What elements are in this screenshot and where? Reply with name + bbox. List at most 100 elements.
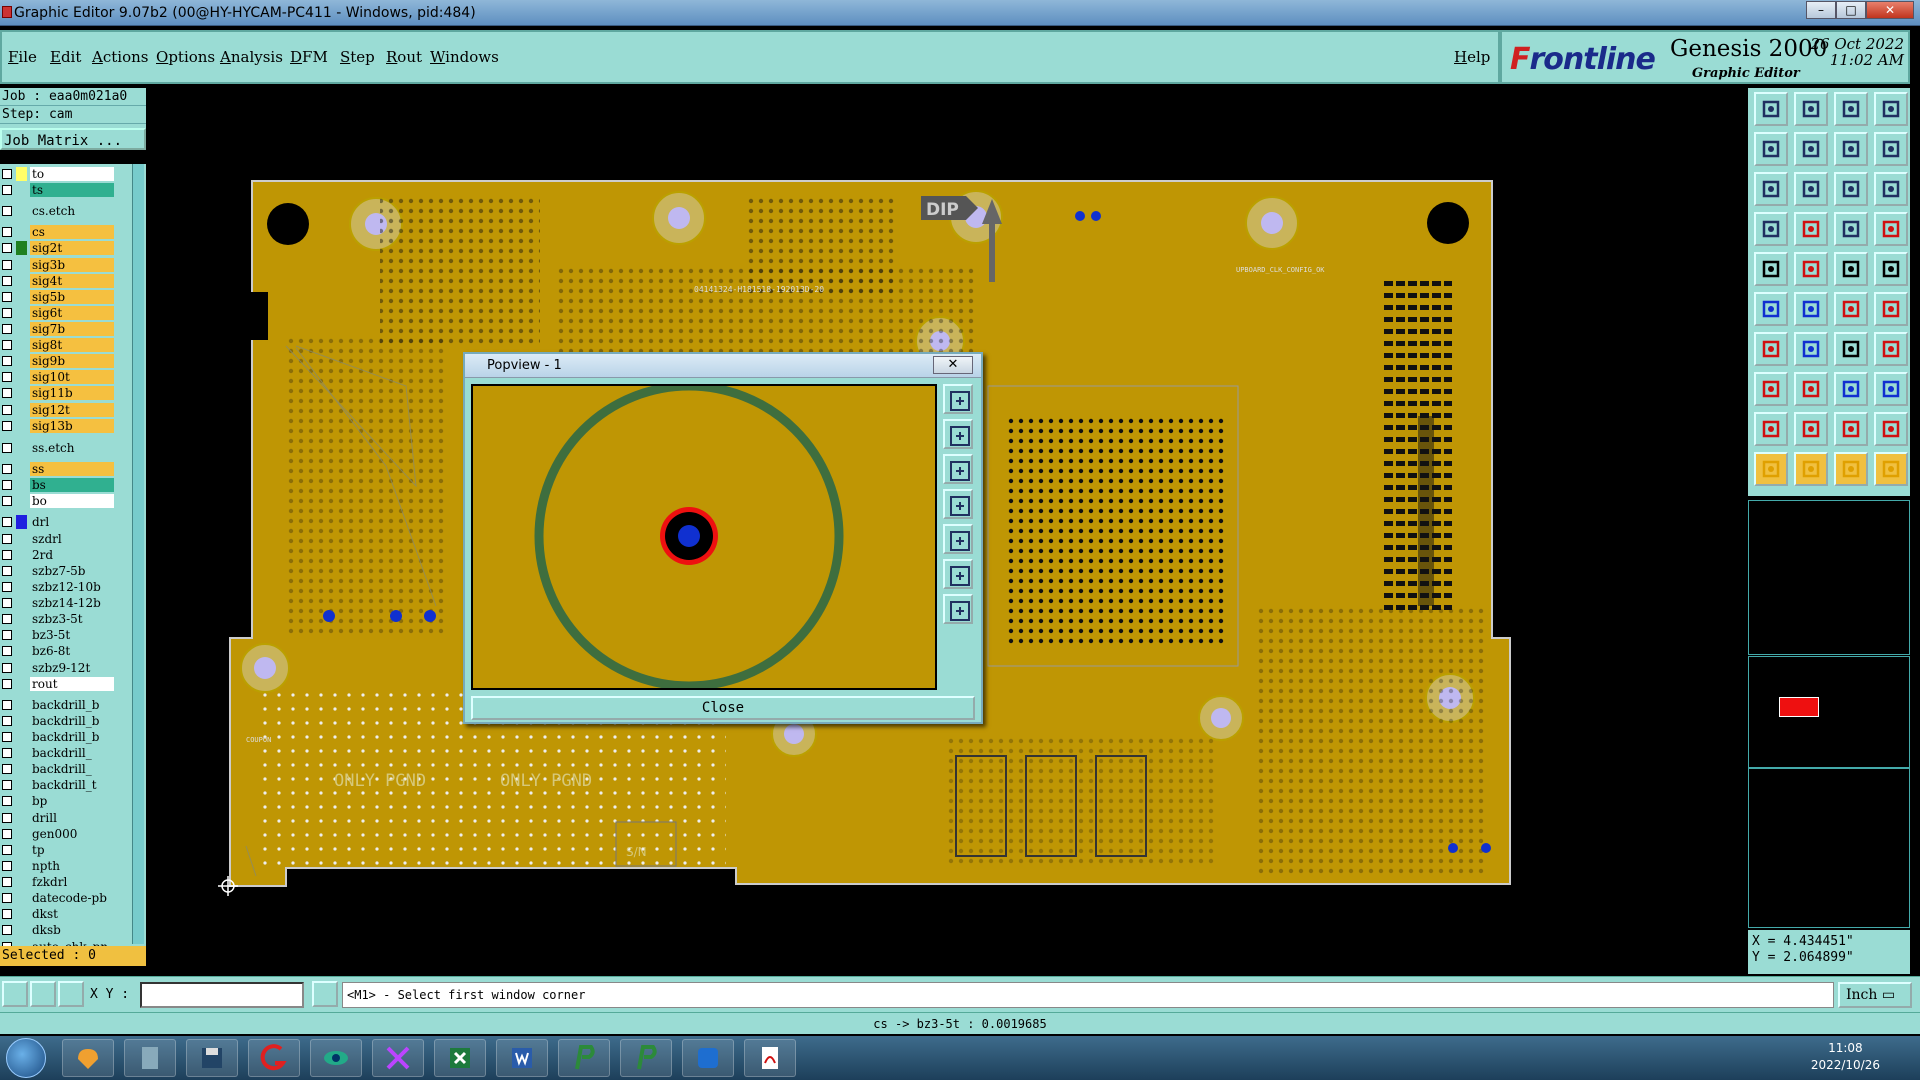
layer-row[interactable]: cs.etch (0, 203, 120, 219)
taskbar-word[interactable] (496, 1039, 548, 1077)
layer-checkbox[interactable] (2, 517, 12, 528)
layer-row[interactable]: sig3b (0, 257, 120, 273)
layer-scrollbar[interactable] (132, 164, 144, 944)
layer-checkbox[interactable] (2, 480, 12, 491)
layer-row[interactable]: sig7b (0, 321, 120, 337)
layer-row[interactable]: sig5b (0, 289, 120, 305)
menu-windows[interactable]: Windows (430, 48, 499, 66)
tool-fit-screen-icon[interactable] (1754, 172, 1788, 206)
tool-triangle-a-icon[interactable] (1754, 412, 1788, 446)
maximize-button[interactable]: □ (1836, 1, 1866, 19)
layer-checkbox[interactable] (2, 893, 12, 904)
job-matrix-button[interactable]: Job Matrix ... (0, 128, 146, 150)
menu-edit[interactable]: Edit (50, 48, 81, 66)
tool-move-left-icon[interactable] (1834, 132, 1868, 166)
tool-line-blue-icon[interactable] (1794, 332, 1828, 366)
layer-row[interactable]: drl (0, 514, 120, 530)
taskbar-genesis[interactable] (248, 1039, 300, 1077)
layer-row[interactable]: sig12t (0, 402, 120, 418)
layer-checkbox[interactable] (2, 275, 12, 286)
layer-row[interactable]: ss (0, 461, 120, 477)
tool-net-connect-icon[interactable] (1754, 292, 1788, 326)
tool-step-in-icon[interactable] (1754, 132, 1788, 166)
layer-checkbox[interactable] (2, 259, 12, 270)
layer-row[interactable]: backdrill_b (0, 729, 120, 745)
layer-row[interactable]: sig9b (0, 353, 120, 369)
layer-checkbox[interactable] (2, 372, 12, 383)
layer-checkbox[interactable] (2, 227, 12, 238)
tool-pointer-a-icon[interactable] (1754, 452, 1788, 486)
popview-pan-left-icon[interactable] (943, 524, 973, 554)
layer-row[interactable]: backdrill_b (0, 713, 120, 729)
layer-checkbox[interactable] (2, 169, 12, 179)
layer-checkbox[interactable] (2, 812, 12, 823)
popview-canvas[interactable] (471, 381, 937, 691)
layer-checkbox[interactable] (2, 678, 12, 689)
layer-checkbox[interactable] (2, 796, 12, 807)
layer-row[interactable]: bp (0, 793, 120, 809)
taskbar-pdf[interactable] (744, 1039, 796, 1077)
tool-triangle-c-icon[interactable] (1834, 412, 1868, 446)
tool-arc-ccw-icon[interactable] (1834, 332, 1868, 366)
tool-zoom-home-icon[interactable] (1794, 172, 1828, 206)
layer-checkbox[interactable] (2, 699, 12, 710)
layer-checkbox[interactable] (2, 780, 12, 791)
tool-contour-icon[interactable] (1874, 332, 1908, 366)
layer-row[interactable]: ss.etch (0, 440, 120, 456)
taskbar-x[interactable] (372, 1039, 424, 1077)
layer-checkbox[interactable] (2, 581, 12, 592)
layer-checkbox[interactable] (2, 340, 12, 351)
tool-cube-icon[interactable] (1874, 372, 1908, 406)
layer-row[interactable]: szbz14-12b (0, 595, 120, 611)
layer-row[interactable]: szbz12-10b (0, 579, 120, 595)
tool-measure-icon[interactable] (1834, 372, 1868, 406)
tool-pointer-d-icon[interactable] (1874, 452, 1908, 486)
xy-apply-button[interactable] (312, 981, 338, 1007)
tool-scale-1to1-icon[interactable] (1834, 172, 1868, 206)
popview-pan-up-icon[interactable] (943, 454, 973, 484)
tool-add-node-icon[interactable] (1834, 292, 1868, 326)
popview-pan-down-icon[interactable] (943, 489, 973, 519)
units-select[interactable]: Inch ▭ (1838, 982, 1912, 1008)
layer-checkbox[interactable] (2, 388, 12, 399)
tool-home-icon[interactable] (1834, 92, 1868, 126)
tool-pad-red-icon[interactable] (1754, 372, 1788, 406)
popview-center-icon[interactable] (943, 594, 973, 624)
tool-triangle-b-icon[interactable] (1794, 412, 1828, 446)
layer-row[interactable]: szdrl (0, 531, 120, 547)
taskbar-shell[interactable] (62, 1039, 114, 1077)
layer-row[interactable]: szbz9-12t (0, 660, 120, 676)
menu-help[interactable]: Help (1454, 48, 1490, 66)
snap-button[interactable] (2, 981, 28, 1007)
layer-checkbox[interactable] (2, 565, 12, 576)
layer-row[interactable]: szbz3-5t (0, 611, 120, 627)
tool-display-dot-icon[interactable] (1874, 252, 1908, 286)
layer-checkbox[interactable] (2, 443, 12, 454)
popview-close-button[interactable]: Close (471, 696, 975, 720)
tool-help-icon[interactable] (1874, 172, 1908, 206)
layer-row[interactable]: bo (0, 493, 120, 509)
layer-row[interactable]: bs (0, 477, 120, 493)
layer-row[interactable]: rout (0, 676, 120, 692)
layer-row[interactable]: to (0, 166, 120, 182)
popview-fit-icon[interactable] (943, 559, 973, 589)
minimize-button[interactable]: – (1806, 1, 1836, 19)
tool-pointer-b-icon[interactable] (1794, 452, 1828, 486)
tool-line-red-icon[interactable] (1754, 332, 1788, 366)
layer-row[interactable]: bz3-5t (0, 627, 120, 643)
layer-checkbox[interactable] (2, 828, 12, 839)
tool-triangle-d-icon[interactable] (1874, 412, 1908, 446)
layer-row[interactable]: sig11b (0, 385, 120, 401)
layer-row[interactable]: sig2t (0, 240, 120, 256)
tool-panel-icon[interactable] (1874, 92, 1908, 126)
layer-row[interactable]: npth (0, 858, 120, 874)
layer-checkbox[interactable] (2, 877, 12, 888)
layer-checkbox[interactable] (2, 646, 12, 657)
layer-checkbox[interactable] (2, 464, 12, 475)
layer-row[interactable]: backdrill_t (0, 777, 120, 793)
layer-row[interactable]: sig8t (0, 337, 120, 353)
tool-dash-line-icon[interactable] (1794, 372, 1828, 406)
grid-button[interactable] (58, 981, 84, 1007)
layer-row[interactable]: fzkdrl (0, 874, 120, 890)
layer-checkbox[interactable] (2, 291, 12, 302)
